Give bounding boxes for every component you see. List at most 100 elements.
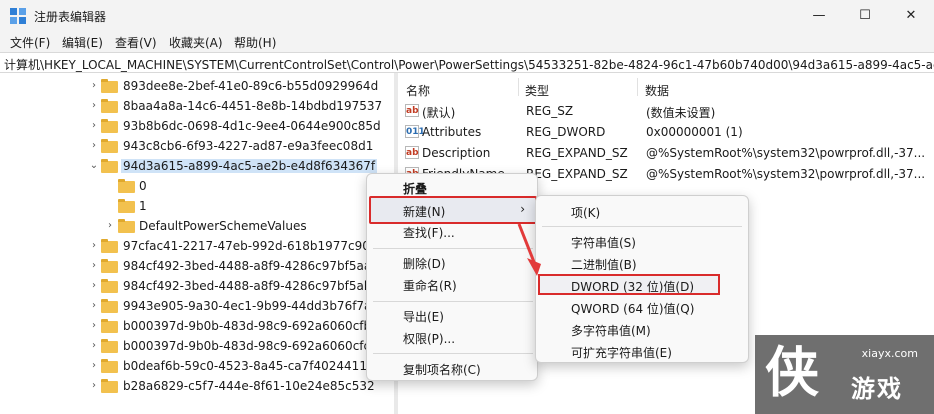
- tree-item-label: b000397d-9b0b-483d-98c9-692a6060cfbf: [123, 319, 376, 333]
- menu-copy-key-name-label: 复制项名称(C): [403, 363, 481, 377]
- chevron-right-icon[interactable]: ›: [88, 260, 100, 271]
- list-item[interactable]: ab (默认) REG_SZ (数值未设置): [398, 101, 934, 122]
- tree-item-label: b000397d-9b0b-483d-98c9-692a6060cfc0: [123, 339, 378, 353]
- chevron-right-icon[interactable]: ›: [88, 320, 100, 331]
- tree-item[interactable]: 1: [0, 197, 394, 217]
- chevron-right-icon[interactable]: ›: [88, 380, 100, 391]
- menu-find-label: 查找(F)...: [403, 226, 455, 240]
- minimize-button[interactable]: —: [796, 0, 842, 32]
- tree-item[interactable]: › 9943e905-9a30-4ec1-9b99-44dd3b76f7a2: [0, 297, 394, 317]
- menu-file[interactable]: 文件(F): [10, 34, 50, 51]
- column-header-name[interactable]: 名称: [406, 82, 430, 99]
- tree-item-label: 984cf492-3bed-4488-a8f9-4286c97bf5aa: [123, 259, 372, 273]
- tree-item[interactable]: › 8baa4a8a-14c6-4451-8e8b-14bdbd197537: [0, 97, 394, 117]
- tree-item[interactable]: › b0deaf6b-59c0-4523-8a45-ca7f40244114: [0, 357, 394, 377]
- folder-icon: [101, 99, 118, 113]
- value-type: REG_DWORD: [526, 125, 606, 139]
- submenu-binary-value[interactable]: 二进制值(B): [536, 252, 748, 274]
- menu-permissions[interactable]: 权限(P)...: [367, 326, 537, 348]
- tree-item[interactable]: › 97cfac41-2217-47eb-992d-618b1977c907: [0, 237, 394, 257]
- tree-item[interactable]: › 984cf492-3bed-4488-a8f9-4286c97bf5ab: [0, 277, 394, 297]
- tree-item-label: DefaultPowerSchemeValues: [139, 219, 307, 233]
- submenu-multi-string-label: 多字符串值(M): [571, 324, 651, 338]
- folder-open-icon: [101, 159, 118, 173]
- watermark-name: 游戏: [851, 375, 903, 403]
- folder-icon: [101, 279, 118, 293]
- tree-item-label: b0deaf6b-59c0-4523-8a45-ca7f40244114: [123, 359, 375, 373]
- chevron-right-icon[interactable]: ›: [88, 360, 100, 371]
- tree-item[interactable]: › 943c8cb6-6f93-4227-ad87-e9a3feec08d1: [0, 137, 394, 157]
- folder-icon: [101, 139, 118, 153]
- submenu-binary-label: 二进制值(B): [571, 258, 637, 272]
- tree-item[interactable]: › b000397d-9b0b-483d-98c9-692a6060cfc0: [0, 337, 394, 357]
- menu-delete[interactable]: 删除(D): [367, 251, 537, 273]
- chevron-right-icon[interactable]: ›: [88, 80, 100, 91]
- column-header-type[interactable]: 类型: [525, 82, 549, 99]
- submenu-qword-value[interactable]: QWORD (64 位)值(Q): [536, 296, 748, 318]
- string-value-icon: ab: [405, 146, 419, 159]
- chevron-right-icon[interactable]: ›: [88, 240, 100, 251]
- menu-collapse[interactable]: 折叠: [367, 176, 537, 198]
- tree-item-label: b28a6829-c5f7-444e-8f61-10e24e85c532: [123, 379, 375, 393]
- site-watermark: 侠 xiayx.com 游戏: [755, 335, 934, 414]
- menu-export[interactable]: 导出(E): [367, 304, 537, 326]
- tree-item-label: 97cfac41-2217-47eb-992d-618b1977c907: [123, 239, 378, 253]
- value-data: 0x00000001 (1): [646, 125, 743, 139]
- column-header-data[interactable]: 数据: [645, 82, 669, 99]
- tree-item[interactable]: › b000397d-9b0b-483d-98c9-692a6060cfbf: [0, 317, 394, 337]
- menu-separator: [542, 226, 742, 227]
- submenu-expand-string-value[interactable]: 可扩充字符串值(E): [536, 340, 748, 362]
- chevron-right-icon[interactable]: ›: [88, 100, 100, 111]
- menu-edit[interactable]: 编辑(E): [62, 34, 103, 51]
- submenu-qword-label: QWORD (64 位)值(Q): [571, 302, 695, 316]
- registry-tree[interactable]: › 893dee8e-2bef-41e0-89c6-b55d0929964d ›…: [0, 73, 394, 414]
- menu-collapse-label: 折叠: [403, 182, 428, 196]
- menu-permissions-label: 权限(P)...: [403, 332, 456, 346]
- list-item[interactable]: ab Description REG_EXPAND_SZ @%SystemRoo…: [398, 143, 934, 164]
- regedit-app-icon: [10, 8, 26, 24]
- folder-icon: [101, 319, 118, 333]
- column-divider[interactable]: [518, 78, 519, 96]
- value-type: REG_SZ: [526, 104, 574, 118]
- address-path: 计算机\HKEY_LOCAL_MACHINE\SYSTEM\CurrentCon…: [4, 58, 934, 72]
- tree-item-selected[interactable]: ⌄ 94d3a615-a899-4ac5-ae2b-e4d8f634367f: [0, 157, 394, 177]
- tree-item[interactable]: › 893dee8e-2bef-41e0-89c6-b55d0929964d: [0, 77, 394, 97]
- folder-icon: [101, 379, 118, 393]
- menu-view[interactable]: 查看(V): [115, 34, 157, 51]
- menu-copy-key-name[interactable]: 复制项名称(C): [367, 357, 537, 379]
- chevron-right-icon[interactable]: ›: [88, 120, 100, 131]
- tree-item[interactable]: › 93b8b6dc-0698-4d1c-9ee4-0644e900c85d: [0, 117, 394, 137]
- chevron-right-icon[interactable]: ›: [104, 220, 116, 231]
- address-bar[interactable]: 计算机\HKEY_LOCAL_MACHINE\SYSTEM\CurrentCon…: [0, 52, 934, 73]
- submenu-key[interactable]: 项(K): [536, 200, 748, 222]
- menu-favorites[interactable]: 收藏夹(A): [169, 34, 223, 51]
- menu-delete-label: 删除(D): [403, 257, 446, 271]
- tree-item[interactable]: 0: [0, 177, 394, 197]
- chevron-right-icon[interactable]: ›: [88, 280, 100, 291]
- submenu-key-label: 项(K): [571, 206, 601, 220]
- chevron-down-icon[interactable]: ⌄: [88, 160, 100, 171]
- tree-item[interactable]: › b28a6829-c5f7-444e-8f61-10e24e85c532: [0, 377, 394, 397]
- folder-icon: [101, 259, 118, 273]
- submenu-multi-string-value[interactable]: 多字符串值(M): [536, 318, 748, 340]
- menu-new[interactable]: 新建(N) ›: [367, 199, 537, 221]
- close-button[interactable]: ✕: [888, 0, 934, 32]
- tree-item-label: 984cf492-3bed-4488-a8f9-4286c97bf5ab: [123, 279, 372, 293]
- column-divider[interactable]: [637, 78, 638, 96]
- menu-help[interactable]: 帮助(H): [234, 34, 276, 51]
- chevron-right-icon[interactable]: ›: [88, 300, 100, 311]
- chevron-right-icon[interactable]: ›: [88, 140, 100, 151]
- folder-icon: [118, 179, 135, 193]
- submenu-string-value[interactable]: 字符串值(S): [536, 230, 748, 252]
- context-menu: 折叠 新建(N) › 查找(F)... 删除(D) 重命名(R) 导出(E) 权…: [366, 173, 538, 381]
- menu-rename[interactable]: 重命名(R): [367, 273, 537, 295]
- tree-item[interactable]: › 984cf492-3bed-4488-a8f9-4286c97bf5aa: [0, 257, 394, 277]
- value-name: Description: [422, 146, 491, 160]
- tree-item-label: 9943e905-9a30-4ec1-9b99-44dd3b76f7a2: [123, 299, 380, 313]
- tree-item[interactable]: › DefaultPowerSchemeValues: [0, 217, 394, 237]
- list-item[interactable]: 011 Attributes REG_DWORD 0x00000001 (1): [398, 122, 934, 143]
- maximize-button[interactable]: ☐: [842, 0, 888, 32]
- menu-find[interactable]: 查找(F)...: [367, 220, 537, 242]
- submenu-dword-value[interactable]: DWORD (32 位)值(D): [536, 274, 748, 296]
- chevron-right-icon[interactable]: ›: [88, 340, 100, 351]
